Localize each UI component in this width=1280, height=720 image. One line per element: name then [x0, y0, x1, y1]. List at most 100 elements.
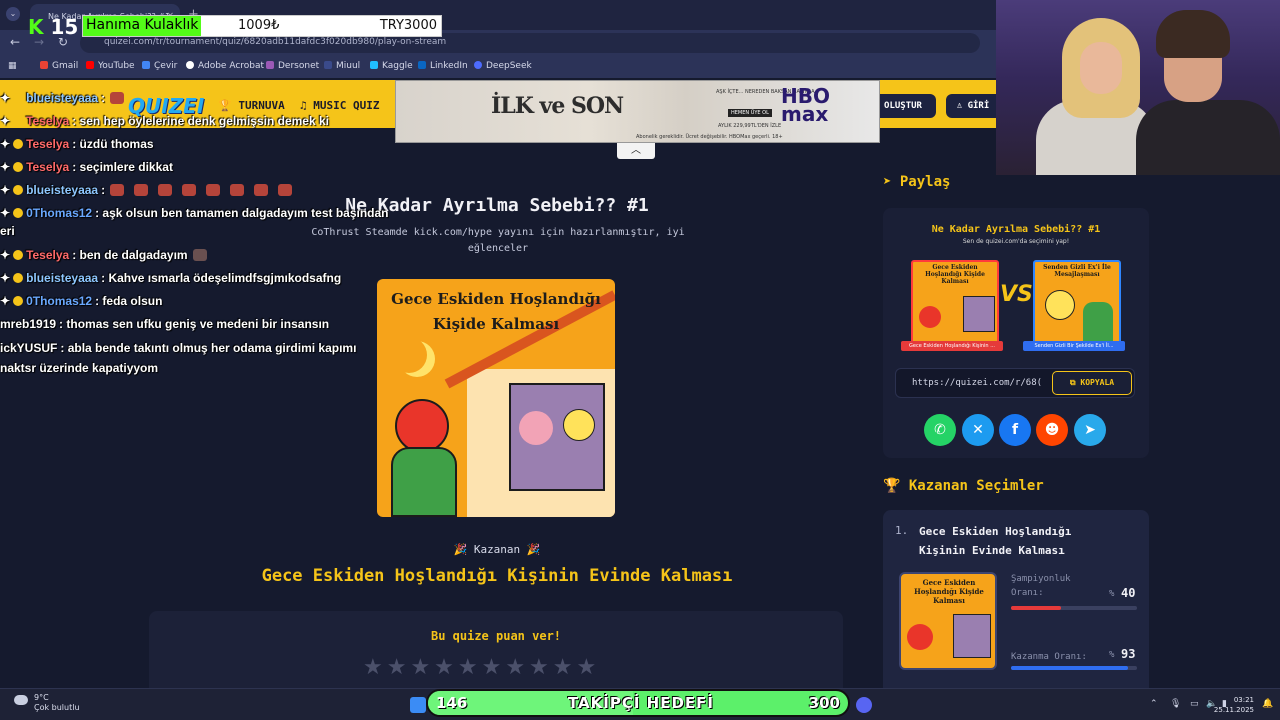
taskbar-clock[interactable]: 03:21 25.11.2025 — [1214, 695, 1254, 715]
bookmark-deepseek[interactable]: DeepSeek — [474, 61, 532, 71]
whatsapp-icon[interactable]: ✆ — [924, 414, 956, 446]
champion-rate-fill — [1011, 606, 1062, 610]
champion-rate-label: Şampiyonluk Oranı: — [1011, 574, 1071, 598]
chat-overlay: ✦ blueisteyaaa: ✦ Teselya: sen hep öyleler… — [0, 88, 390, 388]
chat-message: ✦ blueisteyaaa: — [0, 183, 297, 197]
share-image-title: Ne Kadar Ayrılma Sebebi?? #1 — [931, 224, 1101, 235]
microphone-icon[interactable]: 🎙 — [1170, 699, 1181, 709]
weather-widget[interactable]: 9°C Çok bulutlu — [34, 693, 80, 713]
emote-icon — [206, 184, 221, 196]
discord-icon[interactable] — [856, 697, 872, 713]
notification-icon[interactable]: 🔔 — [1262, 699, 1273, 709]
thumb-window-illustration — [953, 614, 991, 658]
moon-illustration — [391, 337, 427, 373]
share-url-text: https://quizei.com/r/68( — [912, 378, 1043, 388]
sub-badge-icon — [13, 116, 24, 126]
winner-rank: 1. — [895, 524, 909, 537]
x-twitter-icon[interactable]: ✕ — [962, 414, 994, 446]
donation-amount: 1009₺ — [238, 18, 280, 33]
share-right-caption: Senden Gizli Bir Şekilde Ex'i İl... — [1023, 341, 1125, 351]
cloud-icon — [14, 695, 28, 705]
back-icon[interactable]: ← — [10, 35, 20, 49]
windows-start-icon[interactable] — [410, 697, 426, 713]
youtube-icon — [86, 61, 94, 69]
chat-message: ✦ 0Thomas12: feda olsun — [0, 294, 163, 308]
follower-goal-current: 146 — [436, 694, 468, 712]
copy-button[interactable]: ⧉ KOPYALA — [1052, 371, 1132, 395]
chat-message-continuation: eri — [0, 224, 15, 238]
tab-list-chevron-icon[interactable]: ⌄ — [6, 7, 20, 21]
sub-badge-icon — [13, 250, 24, 260]
chat-message: ickYUSUF: abla bende takıntı olmuş her o… — [0, 341, 357, 355]
ad-banner[interactable]: İLK ve SON AŞK İÇTE... NEREDEN BAKSAN BA… — [395, 80, 880, 143]
vs-mark: VS — [1000, 282, 1033, 307]
sub-badge-icon — [13, 185, 24, 195]
share-sidebar: ➤ Paylaş Ne Kadar Ayrılma Sebebi?? #1 Se… — [866, 170, 1166, 700]
follower-goal-bar: 146 TAKİPÇİ HEDEFİ 300 — [426, 689, 850, 717]
tray-chevron-icon[interactable]: ⌃ — [1150, 699, 1158, 709]
emote-icon — [230, 184, 245, 196]
mini-person-illustration — [1083, 302, 1113, 342]
donation-alert: Hanıma Kulaklık 1009₺ TRY3000 — [82, 15, 442, 37]
card-text: Gece Eskiden Hoşlandığı Kişide Kalması — [391, 290, 601, 333]
winner-label: 🎉 Kazanan 🎉 — [453, 543, 541, 556]
sub-badge-icon — [13, 296, 24, 306]
webcam-feed — [996, 0, 1280, 175]
reddit-icon[interactable]: ☻ — [1036, 414, 1068, 446]
apps-icon[interactable]: ▦ — [8, 61, 17, 71]
trophy-icon: 🏆 — [883, 478, 901, 494]
angry-girl-illustration — [395, 399, 449, 453]
thumb-girl-illustration — [907, 624, 933, 650]
bookmark-translate[interactable]: Çevir — [142, 61, 177, 71]
login-button[interactable]: ♙ GİRİ — [946, 94, 1000, 118]
translate-icon — [142, 61, 150, 69]
ad-collapse-icon[interactable]: ︿ — [617, 143, 655, 159]
share-right-mini-text: Senden Gizli Ex'i İle Mesajlaşması — [1043, 264, 1111, 278]
bookmark-miuul[interactable]: Miuul — [324, 61, 360, 71]
network-icon[interactable]: ▭ — [1190, 699, 1199, 709]
bookmark-youtube[interactable]: YouTube — [86, 61, 135, 71]
bookmark-kaggle[interactable]: Kaggle — [370, 61, 413, 71]
bookmark-gmail[interactable]: Gmail — [40, 61, 78, 71]
deepseek-icon — [474, 61, 482, 69]
chat-message: ✦ blueisteyaaa: Kahve ısmarla ödeşelimdfs… — [0, 271, 342, 285]
sub-badge-icon — [13, 162, 24, 172]
bookmark-adobe[interactable]: Adobe Acrobat — [186, 61, 264, 71]
ad-line3: AYLIK 229,99TL'DEN İZLE — [718, 123, 782, 129]
win-rate-bar — [1011, 666, 1137, 670]
streamer-right-hair — [1156, 10, 1230, 58]
linkedin-icon — [418, 61, 426, 69]
bookmark-linkedin[interactable]: LinkedIn — [418, 61, 468, 71]
bookmark-dersonet[interactable]: Dersonet — [266, 61, 319, 71]
telegram-icon[interactable]: ➤ — [1074, 414, 1106, 446]
mini-smiley-illustration — [1045, 290, 1075, 320]
follower-goal-label: TAKİPÇİ HEDEFİ — [568, 694, 715, 712]
miuul-icon — [324, 61, 332, 69]
mini-girl-illustration — [919, 306, 941, 328]
emote-icon — [254, 184, 269, 196]
winner-image: Gece Eskiden Hoşlandığı Kişide Kalması — [377, 279, 615, 517]
win-rate-label: Kazanma Oranı: — [1011, 652, 1087, 662]
winners-heading: 🏆 Kazanan Seçimler — [883, 478, 1044, 494]
share-url-field[interactable]: https://quizei.com/r/68( ⧉ KOPYALA — [895, 368, 1135, 398]
winner-entry: 1. Gece Eskiden Hoşlandığı Kişinin Evind… — [883, 510, 1149, 700]
emote-icon — [110, 92, 125, 104]
bookmarks-bar: ▦ Gmail YouTube Çevir Adobe Acrobat Ders… — [0, 56, 1000, 78]
url-text: quizei.com/tr/tournament/quiz/6820adb11d… — [104, 37, 447, 47]
share-image-subtitle: Sen de quizei.com'da seçimini yap! — [962, 238, 1070, 245]
sub-badge-icon — [13, 93, 24, 103]
winner-entry-name: Gece Eskiden Hoşlandığı Kişinin Evinde K… — [919, 525, 1072, 557]
facebook-icon[interactable]: f — [999, 414, 1031, 446]
sub-badge-icon — [13, 273, 24, 283]
user-icon: ♙ — [956, 101, 963, 111]
kick-counter: K 15 — [28, 15, 79, 39]
emote-icon — [134, 184, 149, 196]
dersonet-icon — [266, 61, 274, 69]
chat-message: ✦ Teselya: üzdü thomas — [0, 137, 154, 151]
chat-message: ✦ blueisteyaaa: — [0, 91, 129, 105]
chat-message: ✦ 0Thomas12: aşk olsun ben tamamen dalgad… — [0, 206, 389, 220]
emote-icon — [110, 184, 125, 196]
girl-face-illustration — [519, 411, 553, 445]
send-icon: ➤ — [883, 174, 892, 190]
rating-stars[interactable]: ★★★★★★★★★★ — [363, 655, 600, 680]
